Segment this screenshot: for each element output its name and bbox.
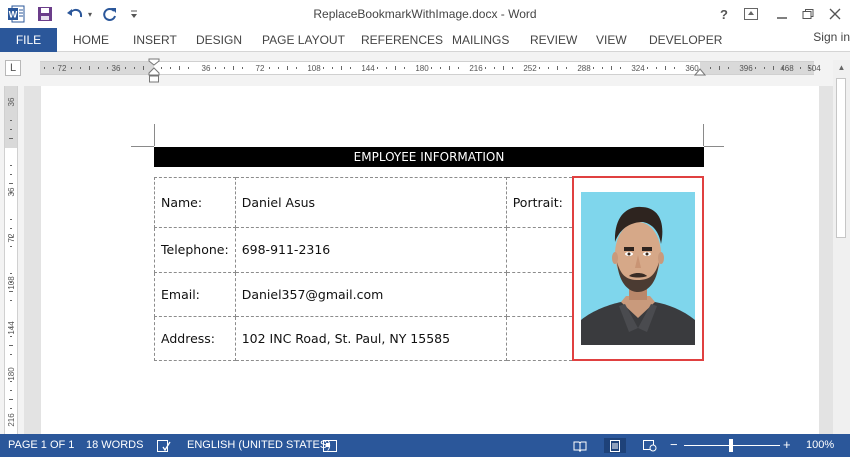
ruler-tick-label: 36 — [202, 64, 211, 73]
name-value[interactable]: Daniel Asus — [234, 176, 507, 228]
ruler-tick-label: 144 — [361, 64, 375, 73]
email-label: Email: — [154, 271, 236, 317]
redo-icon[interactable] — [100, 4, 120, 24]
tab-insert[interactable]: INSERT — [133, 33, 177, 47]
vertical-ruler-scale: 36 36 72 108 144 180 216 — [7, 97, 16, 427]
empty-cell[interactable] — [505, 226, 574, 273]
ruler-tick-label: 504 — [807, 64, 821, 73]
undo-dropdown-icon[interactable]: ▾ — [86, 4, 94, 24]
crop-mark — [131, 146, 154, 147]
zoom-level[interactable]: 100% — [806, 439, 834, 451]
tab-mailings[interactable]: MAILINGS — [452, 33, 509, 47]
crop-mark — [154, 124, 155, 146]
close-icon[interactable] — [824, 4, 846, 24]
employee-info-header: EMPLOYEE INFORMATION — [154, 147, 704, 167]
vertical-ruler[interactable]: 36 36 72 108 144 180 216 — [4, 86, 18, 434]
table-row: Name: Daniel Asus Portrait: — [154, 176, 705, 361]
read-mode-icon[interactable] — [572, 438, 588, 453]
ruler-tick-label: 396 — [739, 64, 753, 73]
ruler-tick-label: 36 — [7, 187, 16, 196]
first-line-indent-marker[interactable] — [147, 58, 161, 84]
ruler-tick-label: 180 — [7, 367, 16, 381]
telephone-value[interactable]: 698-911-2316 — [234, 226, 507, 273]
ruler-tick-label: 216 — [7, 413, 16, 427]
address-value[interactable]: 102 INC Road, St. Paul, NY 15585 — [234, 315, 507, 361]
word-count[interactable]: 18 WORDS — [86, 439, 143, 451]
customize-toolbar-icon[interactable] — [128, 4, 140, 24]
ruler-tick-label: 72 — [7, 233, 16, 242]
ruler-tick-label: 144 — [7, 321, 16, 335]
tab-page-layout[interactable]: PAGE LAYOUT — [262, 33, 345, 47]
ruler-tick-label: 108 — [307, 64, 321, 73]
ribbon-tab-bar: FILE HOME INSERT DESIGN PAGE LAYOUT REFE… — [0, 28, 850, 52]
empty-cell[interactable] — [505, 315, 574, 361]
undo-icon[interactable] — [64, 4, 86, 24]
ruler-tick-label: 36 — [112, 64, 121, 73]
employee-portrait-image[interactable] — [581, 191, 696, 345]
tab-developer[interactable]: DEVELOPER — [649, 33, 722, 47]
help-icon[interactable]: ? — [713, 4, 735, 24]
vertical-scrollbar[interactable]: ▲ — [833, 60, 850, 434]
name-label: Name: — [154, 176, 236, 228]
ruler-tick-label: 216 — [469, 64, 483, 73]
tab-review[interactable]: REVIEW — [530, 33, 577, 47]
ruler-tick-label: 288 — [577, 64, 591, 73]
ruler-tick-label: 180 — [415, 64, 429, 73]
language-indicator[interactable]: ENGLISH (UNITED STATES) — [187, 439, 331, 451]
ruler-tick-label: 252 — [523, 64, 537, 73]
title-bar: W ▾ ReplaceBookmarkWithImage.docx - Word… — [0, 0, 850, 28]
svg-text:W: W — [9, 10, 18, 20]
tab-view[interactable]: VIEW — [596, 33, 627, 47]
tab-references[interactable]: REFERENCES — [361, 33, 443, 47]
employee-info-table: Name: Daniel Asus Portrait: Telephone: 6… — [154, 176, 705, 361]
sign-in-link[interactable]: Sign in — [813, 30, 850, 44]
macro-recording-icon[interactable] — [322, 438, 338, 453]
ruler-tick-label: 72 — [58, 64, 67, 73]
scrollbar-thumb[interactable] — [836, 78, 846, 238]
vertical-ruler-area: 36 36 72 108 144 180 216 — [0, 86, 24, 434]
ribbon-display-options-icon[interactable] — [740, 4, 762, 24]
word-logo-icon[interactable]: W — [6, 4, 26, 24]
telephone-label: Telephone: — [154, 226, 236, 273]
restore-icon[interactable] — [797, 4, 819, 24]
ruler-tick-label: 108 — [7, 276, 16, 290]
ruler-tick-label: 324 — [631, 64, 645, 73]
address-label: Address: — [154, 315, 236, 361]
ruler-tick-label: 72 — [256, 64, 265, 73]
ruler-tick-label: 468 — [780, 64, 794, 73]
page-count[interactable]: PAGE 1 OF 1 — [8, 439, 74, 451]
portrait-cell[interactable] — [572, 176, 705, 361]
portrait-label: Portrait: — [505, 176, 574, 228]
status-bar: PAGE 1 OF 1 18 WORDS ENGLISH (UNITED STA… — [0, 434, 850, 457]
tab-design[interactable]: DESIGN — [196, 33, 242, 47]
email-value[interactable]: Daniel357@gmail.com — [234, 271, 507, 317]
crop-mark — [704, 146, 724, 147]
minimize-icon[interactable] — [771, 4, 793, 24]
save-icon[interactable] — [36, 4, 54, 24]
print-layout-icon[interactable] — [604, 438, 626, 453]
tab-selector-icon[interactable]: L — [5, 60, 21, 76]
web-layout-icon[interactable] — [642, 438, 658, 453]
tab-file[interactable]: FILE — [0, 28, 57, 52]
document-canvas[interactable]: EMPLOYEE INFORMATION Name: Daniel Asus P… — [24, 86, 833, 434]
proofing-icon[interactable] — [156, 438, 172, 453]
right-indent-marker[interactable] — [694, 66, 706, 76]
ruler-area: L 72 36 36 72 108 144 180 216 252 288 32… — [0, 52, 850, 86]
zoom-out-button[interactable]: − — [670, 437, 678, 452]
document-page[interactable]: EMPLOYEE INFORMATION Name: Daniel Asus P… — [41, 86, 819, 434]
zoom-in-button[interactable]: + — [783, 437, 791, 452]
crop-mark — [703, 124, 704, 146]
ruler-tick-label: 36 — [7, 97, 16, 106]
empty-cell[interactable] — [505, 271, 574, 317]
scroll-up-icon[interactable]: ▲ — [833, 60, 850, 74]
tab-home[interactable]: HOME — [73, 33, 109, 47]
zoom-slider-thumb[interactable] — [729, 439, 733, 452]
